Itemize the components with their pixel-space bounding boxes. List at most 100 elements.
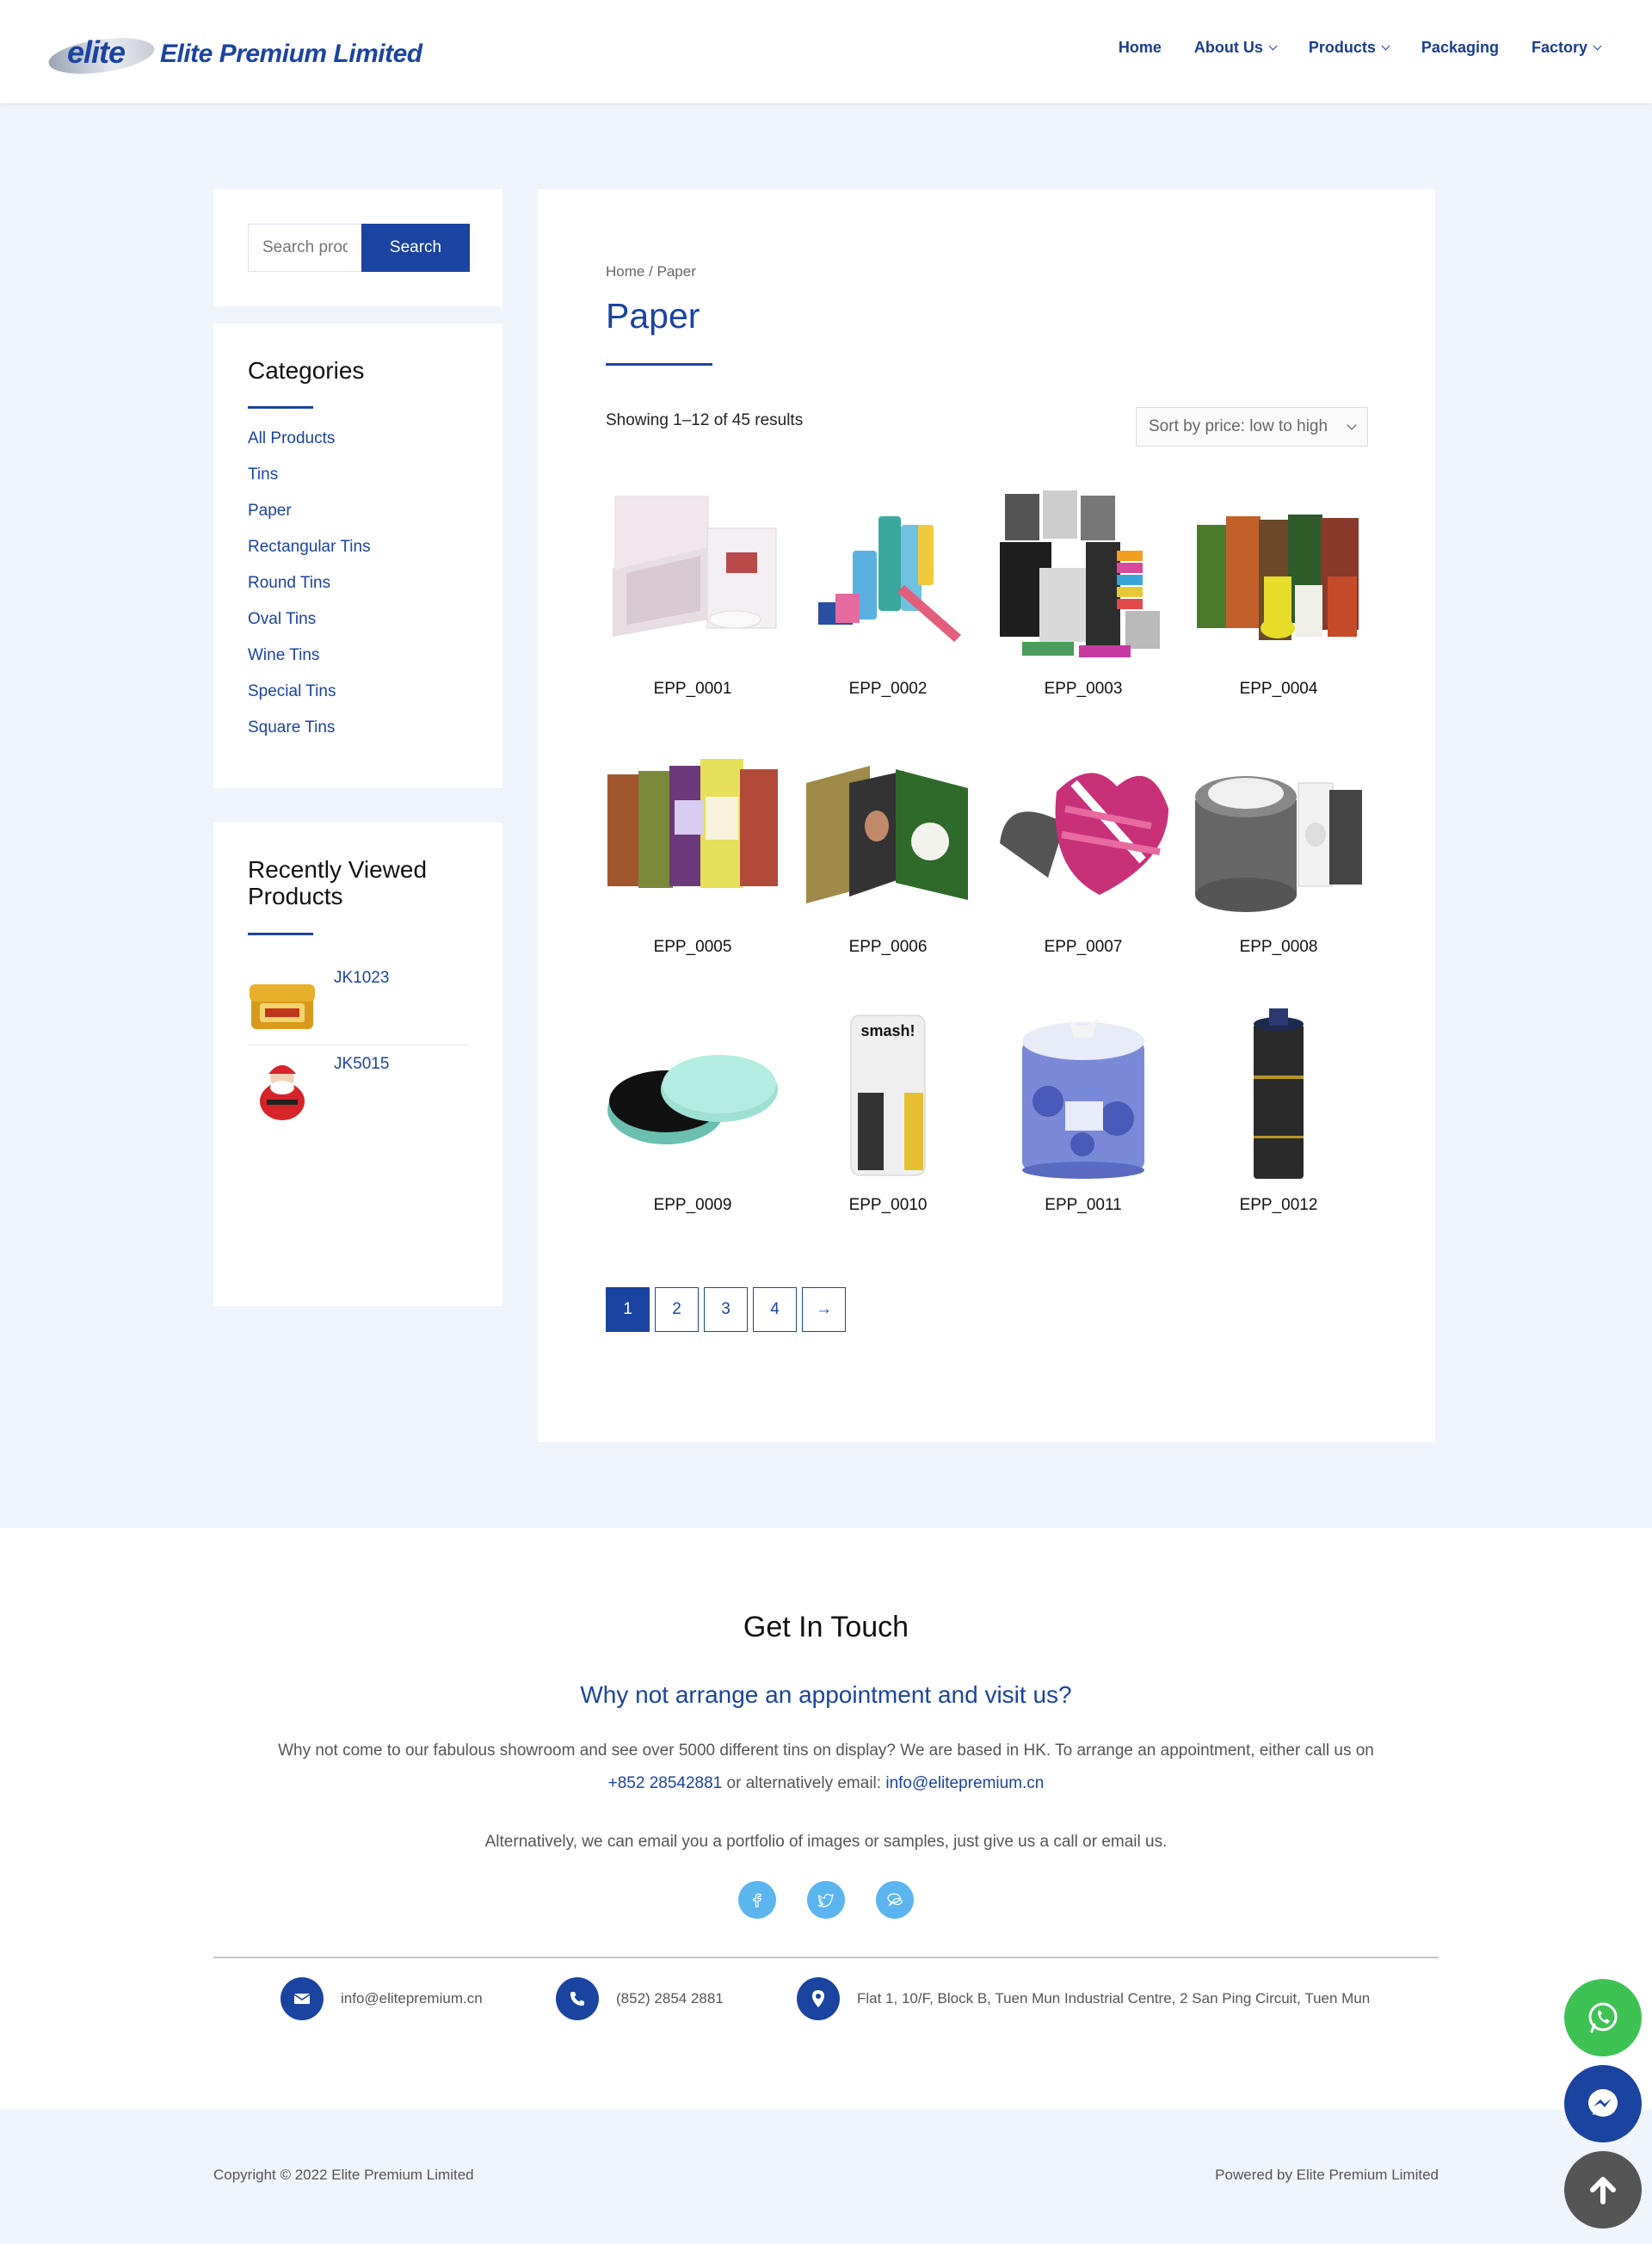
product-card[interactable]: EPP_0008 [1192,749,1365,964]
breadcrumb[interactable]: Home / Paper [606,263,696,280]
brand-name: Elite Premium Limited [160,40,422,68]
search-widget: Search [213,189,502,306]
main-nav: Home About Us Products Packaging Factory [1119,39,1602,57]
sort-select[interactable]: Sort by price: low to high [1136,407,1368,447]
categories-widget: Categories All Products Tins Paper Recta… [213,324,502,788]
product-listing: Home / Paper Paper Showing 1–12 of 45 re… [537,189,1435,1442]
nav-factory[interactable]: Factory [1532,39,1602,57]
title-underline [248,933,313,935]
product-name[interactable]: EPP_0009 [606,1196,780,1215]
contact-text-2: Alternatively, we can email you a portfo… [484,1833,1168,1851]
category-list: All Products Tins Paper Rectangular Tins… [248,428,371,754]
nav-products[interactable]: Products [1309,39,1390,57]
search-button[interactable]: Search [361,224,470,272]
product-name[interactable]: EPP_0001 [606,680,780,699]
recent-product[interactable]: JK5015 [248,1055,468,1141]
contact-phone-text[interactable]: (852) 2854 2881 [616,1990,724,2007]
powered-by: Powered by Elite Premium Limited [1215,2167,1439,2183]
category-all-products[interactable]: All Products [248,428,371,465]
recent-product-name[interactable]: JK5015 [334,1055,389,1074]
next-page-arrow[interactable]: → [802,1287,846,1332]
product-card[interactable]: EPP_0012 [1192,1007,1365,1222]
contact-title: Get In Touch [743,1611,909,1643]
nav-about-us[interactable]: About Us [1194,39,1278,57]
category-oval-tins[interactable]: Oval Tins [248,609,371,645]
email-link[interactable]: info@elitepremium.cn [885,1774,1044,1792]
blue-floral-hatbox [1022,1019,1144,1179]
page-4[interactable]: 4 [753,1287,797,1332]
product-name[interactable]: EPP_0011 [996,1196,1170,1215]
contact-section: Get In Touch Why not arrange an appointm… [0,1528,1652,2110]
product-card[interactable]: EPP_0003 [996,490,1170,706]
scroll-to-top-icon[interactable] [1564,2151,1642,2229]
page-1[interactable]: 1 [606,1287,650,1332]
product-card[interactable]: EPP_0011 [996,1007,1170,1222]
twitter-icon[interactable] [807,1881,845,1919]
search-input[interactable] [248,224,362,272]
tea-paper-canisters [607,759,778,888]
chevron-down-icon [1268,41,1278,51]
logo-word: elite [67,34,126,70]
product-name[interactable]: EPP_0003 [996,680,1170,699]
facebook-icon[interactable] [738,1881,776,1919]
page-2[interactable]: 2 [655,1287,699,1332]
envelope-icon [280,1977,324,2020]
whatsapp-icon[interactable] [1564,1979,1642,2056]
photo-drawer-boxes [1000,490,1160,657]
contact-address-text: Flat 1, 10/F, Block B, Tuen Mun Industri… [857,1990,1371,2007]
category-square-tins[interactable]: Square Tins [248,718,371,754]
category-special-tins[interactable]: Special Tins [248,681,371,718]
divider [213,1957,1439,1958]
pagination: 1 2 3 4 → [606,1287,846,1332]
gold-tin-thumbnail [250,984,315,1029]
product-card[interactable]: EPP_0004 [1192,490,1365,706]
recently-viewed-title: Recently Viewed Products [248,856,428,909]
mint-round-box [607,1055,778,1144]
page-title: Paper [606,296,700,336]
product-card[interactable]: EPP_0001 [606,490,780,706]
product-name[interactable]: EPP_0002 [801,680,975,699]
logo-mark: elite [46,32,157,80]
product-card[interactable]: EPP_0002 [801,490,975,706]
phone-icon [556,1977,599,2020]
product-card[interactable]: EPP_0006 [801,749,975,964]
title-underline [606,363,712,366]
category-rectangular-tins[interactable]: Rectangular Tins [248,537,371,573]
category-round-tins[interactable]: Round Tins [248,573,371,609]
nav-packaging[interactable]: Packaging [1421,39,1499,57]
messenger-icon[interactable] [1564,2065,1642,2142]
contact-phone[interactable]: (852) 2854 2881 [556,1977,724,2020]
category-wine-tins[interactable]: Wine Tins [248,645,371,681]
product-name[interactable]: EPP_0005 [606,938,780,957]
santa-tin-thumbnail [260,1065,305,1120]
product-name[interactable]: EPP_0007 [996,938,1170,957]
location-pin-icon [797,1977,840,2020]
svg-text:smash!: smash! [860,1022,915,1039]
product-card[interactable]: EPP_0007 [996,749,1170,964]
product-name[interactable]: EPP_0012 [1192,1196,1365,1215]
category-paper[interactable]: Paper [248,501,371,537]
category-tins[interactable]: Tins [248,465,371,501]
grass-book-box [806,766,968,903]
product-card[interactable]: EPP_0005 [606,749,780,964]
contact-email[interactable]: info@elitepremium.cn [280,1977,483,2020]
nav-home[interactable]: Home [1119,39,1162,57]
site-header: elite Elite Premium Limited Home About U… [0,0,1652,103]
product-card[interactable]: EPP_0009 [606,1007,780,1222]
contact-email-text[interactable]: info@elitepremium.cn [341,1990,483,2007]
site-logo[interactable]: elite Elite Premium Limited [46,32,422,80]
cosmetic-paper-tubes [818,516,961,642]
product-name[interactable]: EPP_0004 [1192,680,1365,699]
recent-product-name[interactable]: JK1023 [334,969,389,988]
product-name[interactable]: EPP_0006 [801,938,975,957]
page-3[interactable]: 3 [704,1287,748,1332]
site-footer: Copyright © 2022 Elite Premium Limited P… [0,2110,1652,2244]
chat-icon[interactable] [876,1881,914,1919]
recent-product[interactable]: JK1023 [248,969,468,1055]
sort-value: Sort by price: low to high [1149,417,1328,435]
product-card[interactable]: smash! EPP_0010 [801,1007,975,1222]
product-name[interactable]: EPP_0010 [801,1196,975,1215]
phone-link[interactable]: +852 28542881 [608,1774,723,1792]
moravian-cookie-tubes [1197,515,1359,640]
product-name[interactable]: EPP_0008 [1192,938,1365,957]
